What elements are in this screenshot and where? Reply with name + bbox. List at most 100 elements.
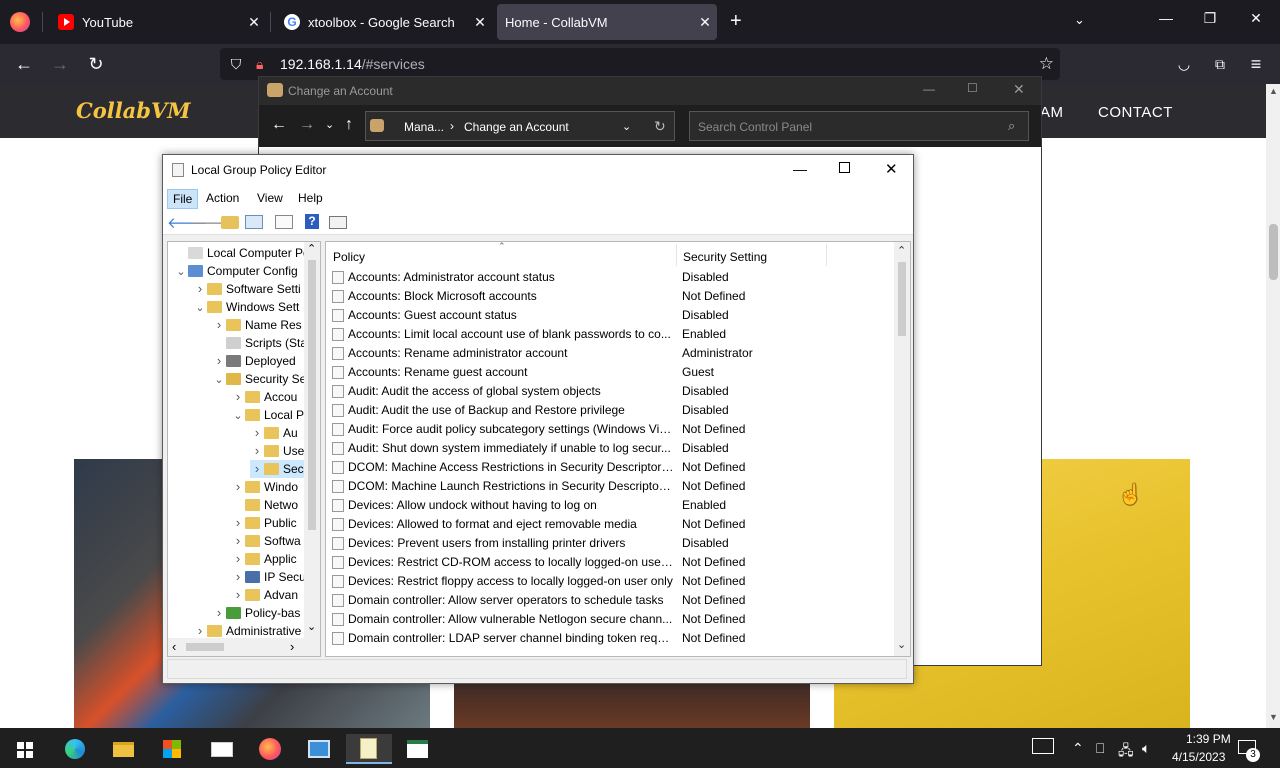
forward-arrow-icon[interactable]: → bbox=[48, 52, 72, 76]
clock-time[interactable]: 1:39 PM bbox=[1186, 732, 1231, 746]
nav-link-team[interactable]: AM bbox=[1040, 104, 1064, 121]
tree-item[interactable]: › Accou bbox=[231, 388, 298, 406]
menu-action[interactable]: Action bbox=[201, 189, 244, 207]
table-row[interactable]: Accounts: Rename guest account Guest bbox=[326, 363, 892, 382]
tree-item[interactable]: ⌄ Windows Sett bbox=[193, 298, 299, 316]
file-explorer-icon[interactable] bbox=[104, 734, 142, 764]
tab-google-search[interactable]: G xtoolbox - Google Search ✕ bbox=[270, 4, 492, 40]
table-row[interactable]: Devices: Prevent users from installing p… bbox=[326, 534, 892, 553]
close-icon[interactable]: ✕ bbox=[1013, 81, 1025, 98]
collapse-chevron-right-icon[interactable]: › bbox=[231, 568, 245, 586]
menu-view[interactable]: View bbox=[252, 189, 288, 207]
page-scrollbar[interactable]: ▲ ▼ bbox=[1266, 84, 1280, 728]
collapse-chevron-right-icon[interactable]: › bbox=[212, 604, 226, 622]
scrollbar-thumb[interactable] bbox=[898, 262, 906, 336]
table-row[interactable]: Accounts: Limit local account use of bla… bbox=[326, 325, 892, 344]
tree-item[interactable]: › Sec bbox=[250, 460, 304, 478]
scroll-up-arrow-icon[interactable]: ⌃ bbox=[897, 244, 906, 257]
close-icon[interactable]: ✕ bbox=[885, 160, 898, 178]
collapse-chevron-right-icon[interactable]: › bbox=[231, 532, 245, 550]
menu-icon[interactable]: ≡ bbox=[1244, 52, 1268, 76]
collapse-chevron-right-icon[interactable]: › bbox=[231, 550, 245, 568]
firefox-view-icon[interactable] bbox=[10, 12, 30, 32]
tree-item[interactable]: › Windo bbox=[231, 478, 298, 496]
recent-chevron-icon[interactable]: ⌄ bbox=[325, 118, 334, 131]
tree-item[interactable]: › Deployed bbox=[212, 352, 296, 370]
tree-item[interactable]: › Applic bbox=[231, 550, 297, 568]
collapse-chevron-right-icon[interactable]: › bbox=[193, 280, 207, 298]
tree-item[interactable]: Local Computer Polic bbox=[174, 244, 320, 262]
close-icon[interactable]: ✕ bbox=[693, 14, 717, 31]
expand-chevron-down-icon[interactable]: ⌄ bbox=[193, 299, 207, 317]
scrollbar-thumb[interactable] bbox=[308, 260, 316, 530]
clock-date[interactable]: 4/15/2023 bbox=[1172, 750, 1225, 764]
scroll-down-arrow-icon[interactable]: ⌄ bbox=[307, 620, 316, 633]
edge-icon[interactable] bbox=[56, 734, 94, 764]
collapse-chevron-right-icon[interactable]: › bbox=[231, 388, 245, 406]
tree-item[interactable]: › Public bbox=[231, 514, 297, 532]
tree-item[interactable]: Netwo bbox=[231, 496, 298, 514]
collapse-chevron-right-icon[interactable]: › bbox=[250, 460, 264, 478]
table-row[interactable]: Devices: Restrict CD-ROM access to local… bbox=[326, 553, 892, 572]
expand-chevron-down-icon[interactable]: ⌄ bbox=[231, 407, 245, 425]
scroll-left-arrow-icon[interactable]: ‹ bbox=[172, 639, 176, 654]
menu-file[interactable]: File bbox=[167, 189, 199, 209]
collapse-chevron-right-icon[interactable]: › bbox=[212, 352, 226, 370]
start-windows-icon[interactable] bbox=[6, 734, 44, 764]
table-row[interactable]: Devices: Allow undock without having to … bbox=[326, 496, 892, 515]
address-bar[interactable]: Mana... › Change an Account ⌄ ↻ bbox=[365, 111, 675, 141]
table-row[interactable]: Accounts: Administrator account status Di… bbox=[326, 268, 892, 287]
tree-item[interactable]: ⌄ Local P bbox=[231, 406, 304, 424]
policy-list[interactable]: Policy ⌃ Security Setting Accounts: Admi… bbox=[325, 241, 911, 657]
properties-icon[interactable] bbox=[329, 216, 347, 229]
group-policy-editor-taskbar-icon[interactable] bbox=[346, 734, 392, 764]
search-icon[interactable]: ⌕ bbox=[1008, 118, 1015, 134]
tab-youtube[interactable]: YouTube ✕ bbox=[44, 4, 266, 40]
collapse-chevron-right-icon[interactable]: › bbox=[231, 586, 245, 604]
export-list-icon[interactable] bbox=[275, 215, 293, 229]
breadcrumb-change-account[interactable]: Change an Account bbox=[464, 120, 569, 134]
dropdown-chevron-icon[interactable]: ⌄ bbox=[622, 120, 631, 133]
minimize-icon[interactable]: — bbox=[1146, 10, 1186, 26]
tree-item[interactable]: ⌄ Security Se bbox=[212, 370, 306, 388]
expand-chevron-down-icon[interactable]: ⌄ bbox=[212, 371, 226, 389]
nav-link-contact[interactable]: CONTACT bbox=[1098, 104, 1173, 121]
list-tabs-chevron-icon[interactable]: ⌄ bbox=[1074, 12, 1085, 28]
new-tab-plus-icon[interactable]: + bbox=[730, 10, 742, 33]
table-row[interactable]: Audit: Shut down system immediately if u… bbox=[326, 439, 892, 458]
star-icon[interactable]: ☆ bbox=[1039, 54, 1054, 74]
table-row[interactable]: Devices: Restrict floppy access to local… bbox=[326, 572, 892, 591]
pocket-icon[interactable]: ◡ bbox=[1172, 52, 1196, 76]
mail-icon[interactable] bbox=[202, 734, 240, 764]
network-icon[interactable]: 🖧 bbox=[1118, 740, 1134, 764]
close-icon[interactable]: ✕ bbox=[242, 14, 266, 31]
close-icon[interactable]: ✕ bbox=[468, 14, 492, 31]
restore-icon[interactable]: ❐ bbox=[1190, 10, 1230, 27]
menu-help[interactable]: Help bbox=[293, 189, 328, 207]
refresh-icon[interactable]: ↻ bbox=[654, 118, 666, 135]
close-icon[interactable]: ✕ bbox=[1236, 10, 1276, 27]
extensions-icon[interactable]: ⧉ bbox=[1208, 52, 1232, 76]
tree-item[interactable]: › Name Res bbox=[212, 316, 302, 334]
tree-vertical-scrollbar[interactable]: ⌃ ⌄ bbox=[304, 242, 320, 638]
collapse-chevron-right-icon[interactable]: › bbox=[250, 424, 264, 442]
mmc-icon[interactable] bbox=[398, 734, 436, 764]
search-control-panel-input[interactable]: Search Control Panel ⌕ bbox=[689, 111, 1029, 141]
collapse-chevron-right-icon[interactable]: › bbox=[212, 316, 226, 334]
keyboard-icon[interactable] bbox=[1032, 738, 1054, 754]
show-hide-tree-icon[interactable] bbox=[245, 215, 263, 229]
device-icon[interactable]: ⎕ bbox=[1096, 740, 1104, 757]
scroll-down-arrow-icon[interactable]: ⌄ bbox=[897, 638, 906, 651]
table-row[interactable]: Domain controller: Allow server operator… bbox=[326, 591, 892, 610]
tree-item[interactable]: › Software Setti bbox=[193, 280, 301, 298]
scroll-up-arrow-icon[interactable]: ⌃ bbox=[307, 242, 316, 255]
minimize-icon[interactable]: — bbox=[793, 161, 807, 177]
list-vertical-scrollbar[interactable]: ⌃ ⌄ bbox=[894, 242, 910, 656]
tree-item[interactable]: Scripts (Sta bbox=[212, 334, 307, 352]
up-folder-icon[interactable] bbox=[221, 216, 239, 229]
maximize-icon[interactable] bbox=[839, 162, 850, 173]
tree-item[interactable]: › IP Secu bbox=[231, 568, 306, 586]
tree-item[interactable]: ⌄ Computer Config bbox=[174, 262, 297, 280]
forward-arrow-icon[interactable]: 🡒 bbox=[189, 213, 229, 232]
tree-item[interactable]: › Au bbox=[250, 424, 298, 442]
